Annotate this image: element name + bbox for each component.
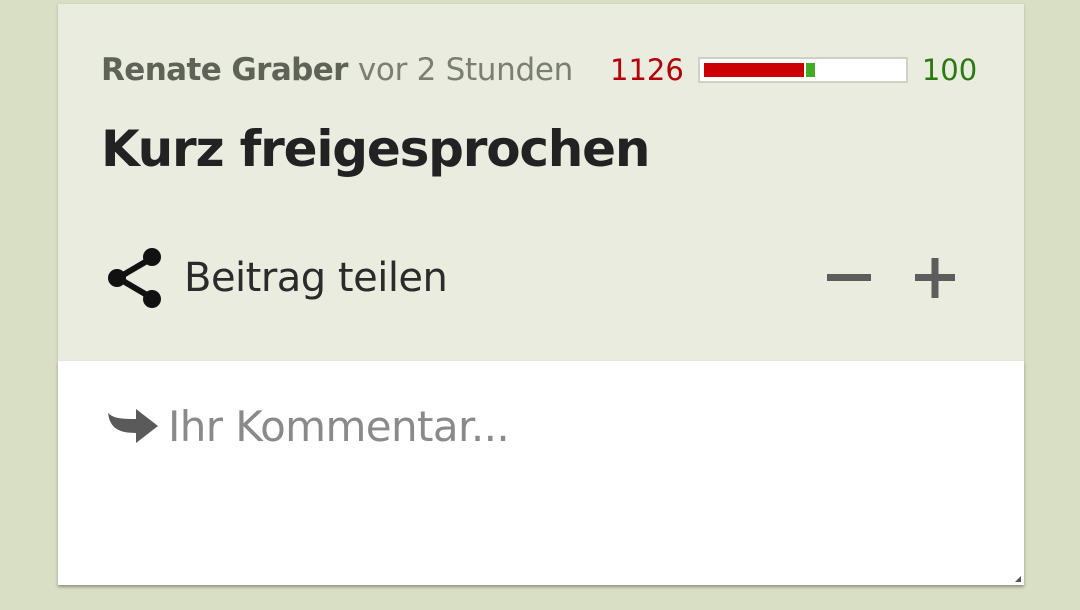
rating-summary: 1126 100 xyxy=(610,48,977,92)
positive-rating-fill xyxy=(805,63,815,77)
negative-rating-count: 1126 xyxy=(610,53,684,87)
minus-icon xyxy=(825,254,873,302)
comment-input[interactable] xyxy=(168,391,988,461)
reply-arrow-icon xyxy=(106,403,162,449)
resize-handle[interactable] xyxy=(1014,575,1022,583)
positive-rating-count: 100 xyxy=(921,53,978,87)
posting-card: Renate Graber vor 2 Stunden 1126 100 Kur… xyxy=(58,4,1024,361)
share-icon xyxy=(106,246,166,310)
share-label: Beitrag teilen xyxy=(184,255,448,301)
negative-rating-fill xyxy=(703,63,804,77)
post-title: Kurz freigesprochen xyxy=(101,120,650,178)
post-time: vor 2 Stunden xyxy=(357,52,574,88)
post-meta: Renate Graber vor 2 Stunden xyxy=(101,48,573,92)
share-button[interactable]: Beitrag teilen xyxy=(106,242,448,314)
upvote-button[interactable] xyxy=(911,254,959,302)
rating-bar xyxy=(697,57,908,83)
plus-icon xyxy=(911,254,959,302)
downvote-button[interactable] xyxy=(825,254,873,302)
comment-box xyxy=(58,361,1024,585)
author-name[interactable]: Renate Graber xyxy=(101,52,348,88)
